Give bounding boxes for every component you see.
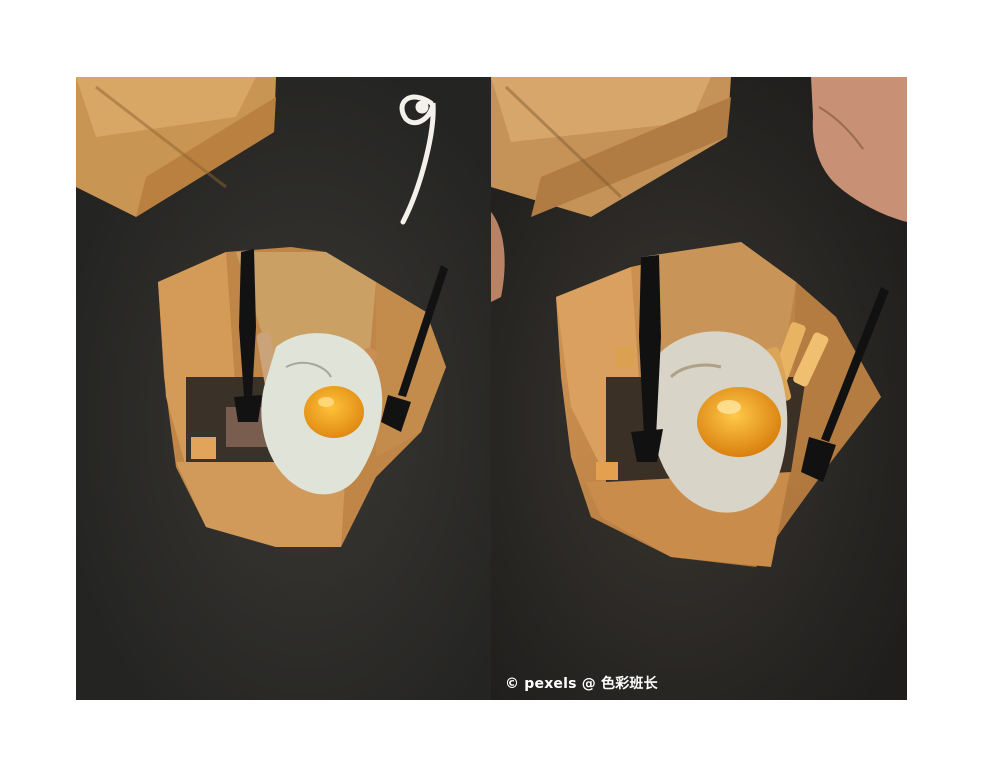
photo-panel bbox=[491, 77, 907, 700]
illustration-panel bbox=[76, 77, 491, 700]
food-box-photo bbox=[491, 77, 907, 700]
illustrated-food-box-image bbox=[76, 77, 491, 700]
photo-credit: © pexels @ 色彩班长 bbox=[505, 676, 658, 692]
